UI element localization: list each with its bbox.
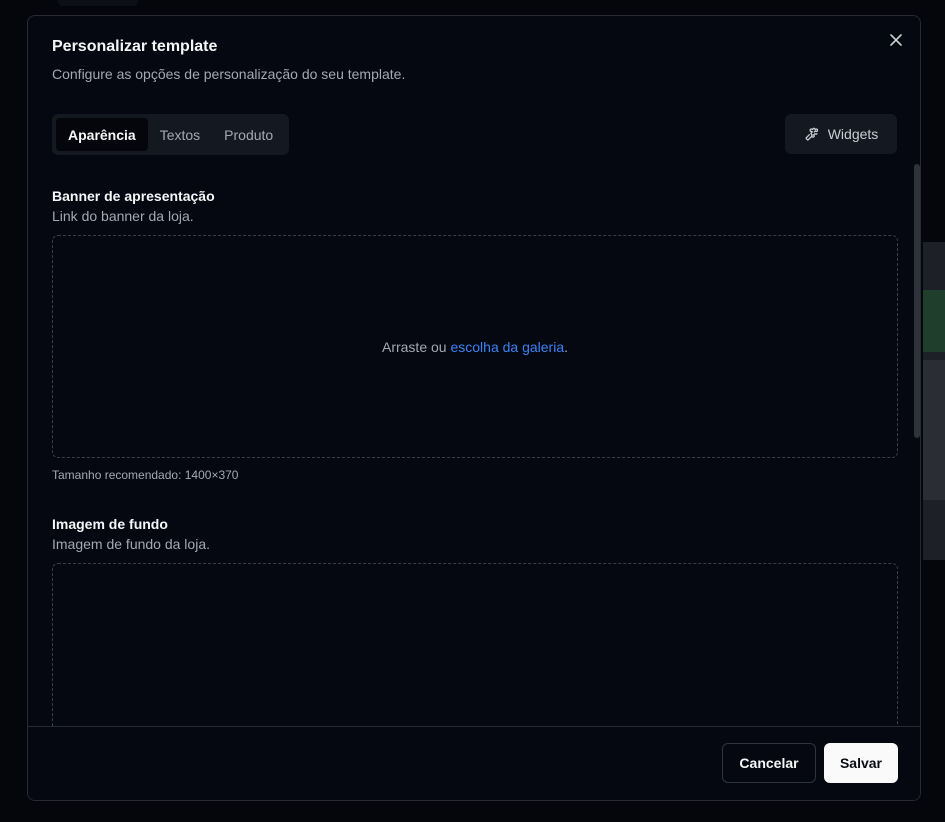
dialog-title: Personalizar template xyxy=(52,38,218,55)
save-button[interactable]: Salvar xyxy=(824,743,898,783)
dialog-footer: Cancelar Salvar xyxy=(28,726,920,800)
tab-product[interactable]: Produto xyxy=(212,118,285,151)
cancel-button[interactable]: Cancelar xyxy=(722,743,816,783)
background-section-desc: Imagem de fundo da loja. xyxy=(52,536,210,552)
tab-appearance[interactable]: Aparência xyxy=(56,118,148,151)
dialog-subtitle: Configure as opções de personalização do… xyxy=(52,66,406,82)
background-page-hint xyxy=(58,0,138,6)
close-button[interactable] xyxy=(886,30,906,50)
background-page-panel xyxy=(923,242,945,560)
dropzone-text: Arraste ou escolha da galeria. xyxy=(382,339,568,355)
scrollbar-thumb[interactable] xyxy=(914,164,920,438)
banner-dropzone[interactable]: Arraste ou escolha da galeria. xyxy=(52,235,898,458)
close-icon xyxy=(890,34,902,46)
dropzone-prefix: Arraste ou xyxy=(381,338,451,355)
tab-list: Aparência Textos Produto xyxy=(52,114,290,155)
widgets-button[interactable]: Widgets xyxy=(785,114,897,154)
background-page-gray-block xyxy=(923,360,945,500)
banner-section-desc: Link do banner da loja. xyxy=(52,208,194,224)
background-page-green-block xyxy=(923,290,945,352)
dropzone-suffix: . xyxy=(564,338,568,355)
customize-template-dialog: Personalizar template Configure as opçõe… xyxy=(27,15,921,801)
puzzle-icon xyxy=(805,127,818,141)
background-section-title: Imagem de fundo xyxy=(52,516,168,532)
banner-section-title: Banner de apresentação xyxy=(52,188,215,204)
banner-size-hint: Tamanho recomendado: 1400×370 xyxy=(52,468,239,482)
widgets-label: Widgets xyxy=(827,126,879,142)
tab-texts[interactable]: Textos xyxy=(148,118,212,151)
choose-from-gallery-link[interactable]: escolha da galeria xyxy=(450,339,564,355)
